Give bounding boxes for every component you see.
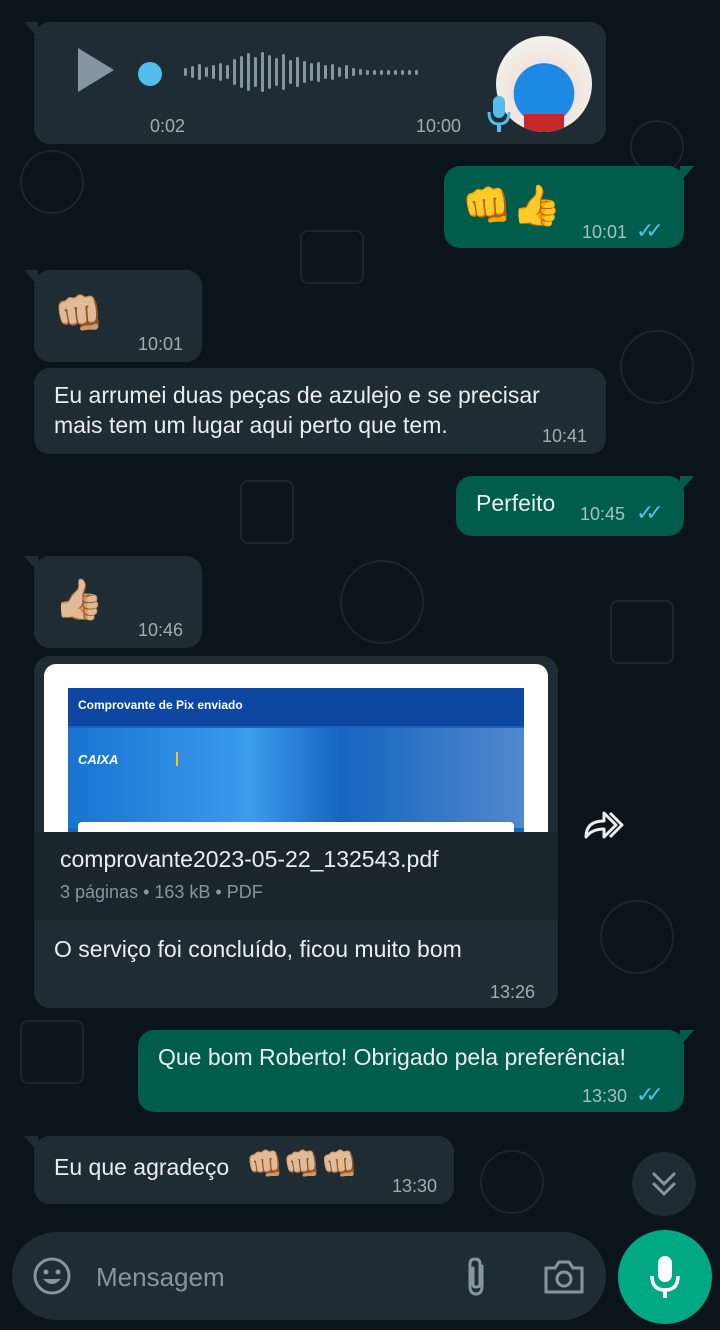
document-preview-title: Comprovante de Pix enviado	[78, 698, 243, 712]
voice-record-button[interactable]	[618, 1230, 712, 1324]
message-text: Perfeito	[476, 490, 556, 516]
message-emoji: 👊🏼	[54, 292, 104, 336]
read-ticks-icon: ✓✓	[636, 500, 664, 525]
message-text: Que bom Roberto! Obrigado pela preferênc…	[158, 1044, 626, 1070]
camera-icon[interactable]	[542, 1258, 586, 1296]
scroll-to-bottom-button[interactable]	[632, 1152, 696, 1216]
message-time: 10:00	[416, 116, 462, 136]
message-time: 10:41	[542, 426, 588, 446]
forward-arrows-icon	[584, 811, 624, 839]
message-text: Eu que agradeço	[54, 1154, 230, 1180]
message-time: 10:01	[138, 334, 184, 354]
read-ticks-icon: ✓✓	[636, 218, 664, 243]
outgoing-message[interactable]: Perfeito 10:45 ✓✓	[456, 476, 694, 536]
message-time: 13:30	[582, 1086, 628, 1106]
forward-icon[interactable]	[572, 806, 636, 854]
attach-icon[interactable]	[460, 1256, 492, 1298]
message-emoji: 👍🏼	[54, 578, 104, 622]
incoming-message[interactable]: 👍🏼 10:46	[24, 556, 202, 648]
message-input[interactable]: Mensagem	[96, 1262, 225, 1293]
message-text: O serviço foi concluído, ficou muito bom	[54, 936, 462, 962]
message-time: 10:46	[138, 620, 184, 640]
document-preview[interactable]: Comprovante de Pix enviado CAIXA	[44, 664, 548, 832]
voice-message-bubble[interactable]: 0:02 10:00	[24, 22, 606, 144]
document-info[interactable]: comprovante2023-05-22_132543.pdf 3 págin…	[34, 832, 558, 920]
audio-elapsed: 0:02	[150, 116, 186, 136]
document-meta: 3 páginas • 163 kB • PDF	[60, 882, 263, 902]
message-emoji: 👊🏼👊🏼👊🏼	[246, 1148, 359, 1181]
message-text: Eu arrumei duas peças de azulejo e se pr…	[54, 382, 540, 438]
read-ticks-icon: ✓✓	[636, 1082, 664, 1107]
message-time: 13:26	[490, 982, 536, 1002]
document-file-name: comprovante2023-05-22_132543.pdf	[60, 846, 439, 872]
audio-progress-knob[interactable]	[138, 62, 162, 86]
message-time: 13:30	[392, 1176, 438, 1196]
audio-waveform[interactable]	[184, 52, 418, 92]
message-time: 10:45	[580, 504, 626, 524]
incoming-message[interactable]: 👊🏼 10:01	[24, 270, 202, 362]
double-chevron-down-icon	[652, 1172, 676, 1196]
microphone-icon	[650, 1256, 680, 1298]
outgoing-message[interactable]: 👊👍 10:01 ✓✓	[444, 166, 694, 248]
incoming-message[interactable]: Eu que agradeço 👊🏼👊🏼👊🏼 13:30	[24, 1136, 454, 1204]
caixa-logo: CAIXA	[78, 752, 119, 767]
incoming-document-message[interactable]: Comprovante de Pix enviado CAIXA comprov…	[34, 656, 558, 1008]
message-emoji: 👊👍	[462, 184, 562, 228]
microphone-icon	[487, 96, 511, 132]
message-time: 10:01	[582, 222, 628, 242]
play-icon[interactable]	[78, 48, 114, 92]
message-composer[interactable]: Mensagem	[12, 1232, 606, 1320]
outgoing-message[interactable]: Que bom Roberto! Obrigado pela preferênc…	[138, 1030, 694, 1112]
incoming-message[interactable]: Eu arrumei duas peças de azulejo e se pr…	[34, 368, 606, 454]
emoji-icon[interactable]	[32, 1256, 72, 1296]
